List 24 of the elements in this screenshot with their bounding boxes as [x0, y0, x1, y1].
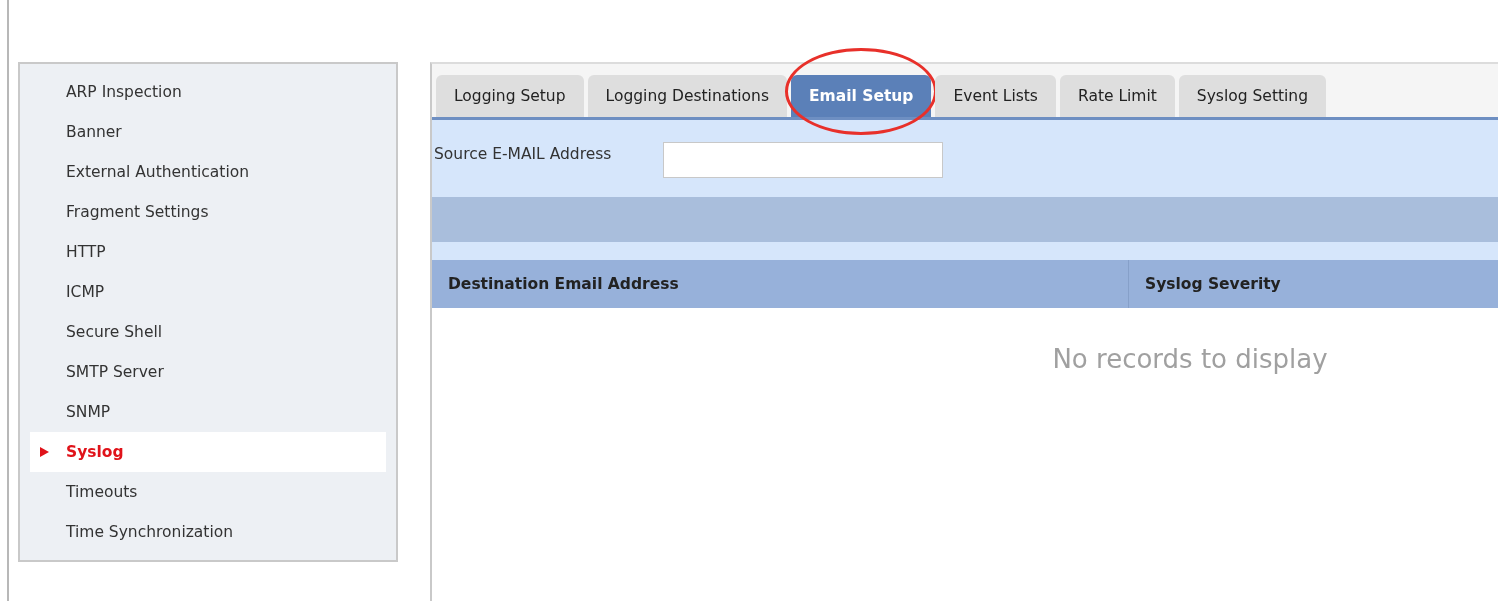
sidebar-item[interactable]: ICMP: [30, 272, 386, 312]
sidebar-item[interactable]: Time Synchronization: [30, 512, 386, 552]
sidebar-item[interactable]: Timeouts: [30, 472, 386, 512]
sidebar-item[interactable]: Fragment Settings: [30, 192, 386, 232]
sidebar-item[interactable]: Syslog: [30, 432, 386, 472]
sidebar-item[interactable]: Banner: [30, 112, 386, 152]
tab[interactable]: Logging Destinations: [587, 75, 787, 117]
input-field[interactable]: [663, 141, 944, 178]
triangle-icon: [40, 447, 49, 457]
tab[interactable]: Syslog Setting: [1178, 75, 1326, 117]
tab[interactable]: Event Lists: [935, 75, 1056, 117]
column-header: Destination Email Address: [432, 260, 1129, 308]
field-label: Source E-MAIL Address: [434, 144, 612, 163]
sidebar-item[interactable]: ARP Inspection: [30, 72, 386, 112]
sidebar-item[interactable]: HTTP: [30, 232, 386, 272]
tab[interactable]: Logging Setup: [436, 75, 584, 117]
sidebar-item[interactable]: SMTP Server: [30, 352, 386, 392]
tab[interactable]: Rate Limit: [1059, 75, 1175, 117]
sidebar-item[interactable]: SNMP: [30, 392, 386, 432]
sidebar-item[interactable]: Secure Shell: [30, 312, 386, 352]
tab[interactable]: Email Setup: [791, 75, 932, 117]
empty-message: No records to display: [1052, 344, 1328, 374]
sidebar-item[interactable]: External Authentication: [30, 152, 386, 192]
column-header: Syslog Severity: [1144, 274, 1281, 295]
